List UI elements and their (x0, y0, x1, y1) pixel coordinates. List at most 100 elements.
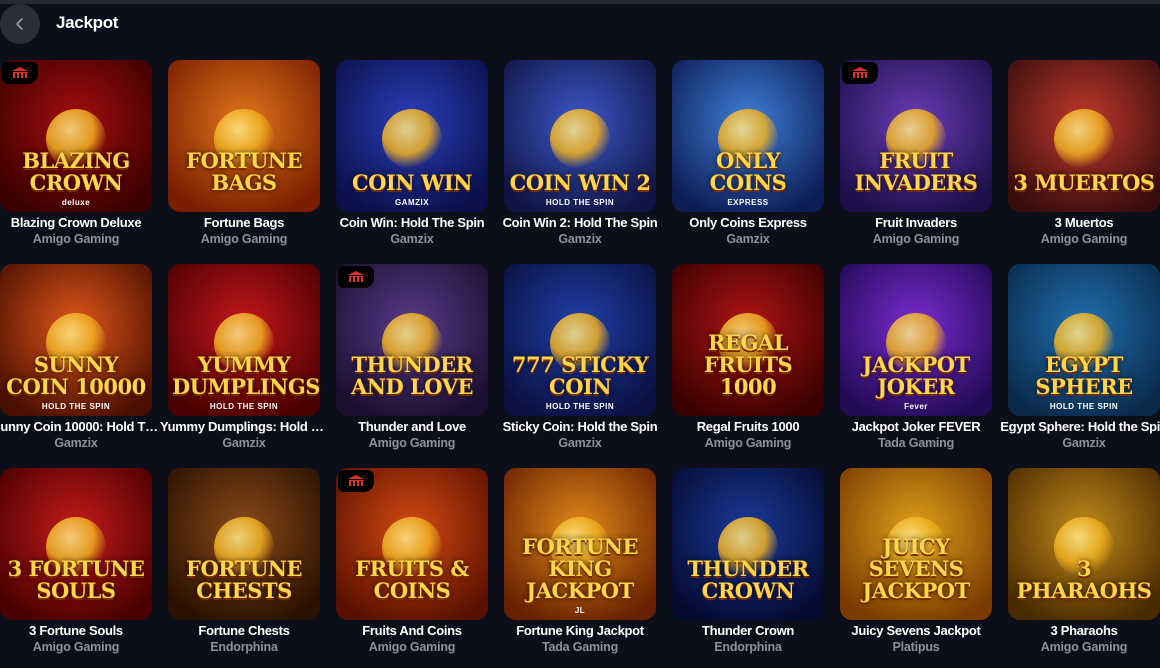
game-card[interactable]: 777 STICKY COIN HOLD THE SPIN Sticky Coin:… (503, 264, 658, 464)
temple-icon (348, 475, 364, 486)
game-provider: Gamzix (222, 436, 266, 450)
game-card[interactable]: JUICY SEVENS JACKPOT Juicy Sevens Jackpot… (840, 468, 992, 668)
game-provider: Amigo Gaming (1040, 640, 1128, 654)
game-title[interactable]: Fortune King Jackpot (496, 623, 664, 638)
game-thumbnail[interactable]: THUNDER CROWN (672, 468, 824, 620)
game-title[interactable]: Egypt Sphere: Hold the Spin (1000, 419, 1160, 434)
game-provider: Gamzix (54, 436, 98, 450)
game-title[interactable]: Sunny Coin 10000: Hold The Spin (0, 419, 160, 434)
game-provider: Tada Gaming (541, 640, 619, 654)
game-card[interactable]: FORTUNE KING JACKPOT JL Fortune King Jackp… (504, 468, 656, 668)
game-thumbnail[interactable]: 3 FORTUNE SOULS (0, 468, 152, 620)
game-card[interactable]: COIN WIN 2 HOLD THE SPIN Coin Win 2: Hold … (503, 60, 658, 260)
game-provider: Gamzix (1062, 436, 1106, 450)
game-card[interactable]: FORTUNE CHESTS Fortune Chests Endorphina (168, 468, 320, 668)
game-logo: 3 MUERTOS (1013, 170, 1155, 195)
game-card[interactable]: FRUIT INVADERS Fruit Invaders Amigo Gaming (840, 60, 992, 260)
game-provider: Gamzix (558, 232, 602, 246)
game-thumbnail[interactable]: ONLY COINS EXPRESS (672, 60, 824, 212)
game-art-icon (1054, 109, 1114, 170)
game-title[interactable]: Fortune Chests (160, 623, 328, 638)
game-logo: ONLY COINS (709, 148, 787, 195)
game-card[interactable]: 3 FORTUNE SOULS 3 Fortune Souls Amigo Gami… (0, 468, 152, 668)
game-thumbnail[interactable]: JACKPOT JOKER Fever (840, 264, 992, 416)
game-title[interactable]: Coin Win 2: Hold The Spin (496, 215, 664, 230)
game-thumbnail[interactable]: YUMMY DUMPLINGS HOLD THE SPIN (168, 264, 320, 416)
game-logo: SUNNY COIN 10000 (6, 352, 146, 399)
game-provider: Gamzix (558, 436, 602, 450)
game-thumbnail[interactable]: SUNNY COIN 10000 HOLD THE SPIN (0, 264, 152, 416)
game-title[interactable]: Blazing Crown Deluxe (0, 215, 160, 230)
game-title[interactable]: Yummy Dumplings: Hold The Spin (160, 419, 328, 434)
game-logo-subtitle: EXPRESS (727, 198, 769, 207)
game-title[interactable]: Coin Win: Hold The Spin (328, 215, 496, 230)
game-title[interactable]: Fruits And Coins (328, 623, 496, 638)
game-title[interactable]: 3 Pharaohs (1000, 623, 1160, 638)
temple-icon (348, 271, 364, 282)
game-title[interactable]: 3 Muertos (1000, 215, 1160, 230)
game-thumbnail[interactable]: BLAZING CROWN deluxe (0, 60, 152, 212)
game-title[interactable]: Regal Fruits 1000 (664, 419, 832, 434)
provider-badge-icon (338, 470, 374, 492)
game-card[interactable]: JACKPOT JOKER Fever Jackpot Joker FEVER Tad… (840, 264, 992, 464)
game-logo-subtitle: HOLD THE SPIN (545, 198, 615, 207)
game-card[interactable]: SUNNY COIN 10000 HOLD THE SPIN Sunny Coin … (0, 264, 160, 464)
game-logo-subtitle: HOLD THE SPIN (545, 402, 615, 411)
game-thumbnail[interactable]: THUNDER AND LOVE (336, 264, 488, 416)
game-title[interactable]: Fruit Invaders (832, 215, 1000, 230)
game-card[interactable]: THUNDER AND LOVE Thunder and Love Amigo Ga… (336, 264, 488, 464)
game-card[interactable]: REGAL FRUITS 1000 Regal Fruits 1000 Amigo … (672, 264, 824, 464)
game-logo: BLAZING CROWN (22, 148, 130, 195)
game-card[interactable]: BLAZING CROWN deluxe Blazing Crown Deluxe A… (0, 60, 152, 260)
game-logo: EGYPT SPHERE (1035, 352, 1133, 399)
game-logo: FORTUNE KING JACKPOT (522, 534, 638, 603)
game-thumbnail[interactable]: 3 MUERTOS (1008, 60, 1160, 212)
game-title[interactable]: Sticky Coin: Hold the Spin (496, 419, 664, 434)
game-thumbnail[interactable]: COIN WIN GAMZIX (336, 60, 488, 212)
game-thumbnail[interactable]: FORTUNE CHESTS (168, 468, 320, 620)
game-logo: 3 PHARAOHS (1016, 556, 1152, 603)
game-logo: 777 STICKY COIN (511, 352, 649, 399)
top-divider (0, 0, 1160, 4)
game-thumbnail[interactable]: FORTUNE KING JACKPOT JL (504, 468, 656, 620)
game-thumbnail[interactable]: 777 STICKY COIN HOLD THE SPIN (504, 264, 656, 416)
game-title[interactable]: 3 Fortune Souls (0, 623, 160, 638)
game-card[interactable]: YUMMY DUMPLINGS HOLD THE SPIN Yummy Dumpli… (160, 264, 328, 464)
game-card[interactable]: 3 MUERTOS 3 Muertos Amigo Gaming (1008, 60, 1160, 260)
game-thumbnail[interactable]: JUICY SEVENS JACKPOT (840, 468, 992, 620)
game-provider: Amigo Gaming (32, 640, 120, 654)
page-title: Jackpot (56, 13, 119, 32)
game-provider: Endorphina (210, 640, 278, 654)
back-button[interactable] (0, 4, 40, 44)
game-title[interactable]: Fortune Bags (160, 215, 328, 230)
game-title[interactable]: Juicy Sevens Jackpot (832, 623, 1000, 638)
game-thumbnail[interactable]: FRUITS & COINS (336, 468, 488, 620)
game-logo: JUICY SEVENS JACKPOT (862, 534, 970, 603)
game-provider: Amigo Gaming (200, 232, 288, 246)
game-card[interactable]: EGYPT SPHERE HOLD THE SPIN Egypt Sphere: H… (1000, 264, 1160, 464)
game-provider: Gamzix (726, 232, 770, 246)
game-card[interactable]: THUNDER CROWN Thunder Crown Endorphina (672, 468, 824, 668)
game-title[interactable]: Jackpot Joker FEVER (832, 419, 1000, 434)
game-logo: FRUITS & COINS (355, 556, 469, 603)
game-card[interactable]: 3 PHARAOHS 3 Pharaohs Amigo Gaming (1008, 468, 1160, 668)
game-card[interactable]: COIN WIN GAMZIX Coin Win: Hold The Spin Gam… (336, 60, 488, 260)
game-provider: Tada Gaming (877, 436, 955, 450)
game-thumbnail[interactable]: FRUIT INVADERS (840, 60, 992, 212)
game-title[interactable]: Only Coins Express (664, 215, 832, 230)
provider-badge-icon (842, 62, 878, 84)
game-art-icon (382, 109, 442, 170)
game-card[interactable]: FORTUNE BAGS Fortune Bags Amigo Gaming (168, 60, 320, 260)
game-provider: Amigo Gaming (368, 640, 456, 654)
game-title[interactable]: Thunder Crown (664, 623, 832, 638)
game-title[interactable]: Thunder and Love (328, 419, 496, 434)
game-thumbnail[interactable]: COIN WIN 2 HOLD THE SPIN (504, 60, 656, 212)
game-thumbnail[interactable]: EGYPT SPHERE HOLD THE SPIN (1008, 264, 1160, 416)
game-thumbnail[interactable]: 3 PHARAOHS (1008, 468, 1160, 620)
game-thumbnail[interactable]: FORTUNE BAGS (168, 60, 320, 212)
game-card[interactable]: ONLY COINS EXPRESS Only Coins Express Gamzi… (672, 60, 824, 260)
game-thumbnail[interactable]: REGAL FRUITS 1000 (672, 264, 824, 416)
game-card[interactable]: FRUITS & COINS Fruits And Coins Amigo Gami… (336, 468, 488, 668)
game-logo: FRUIT INVADERS (854, 148, 978, 195)
game-logo: FORTUNE BAGS (186, 148, 302, 195)
